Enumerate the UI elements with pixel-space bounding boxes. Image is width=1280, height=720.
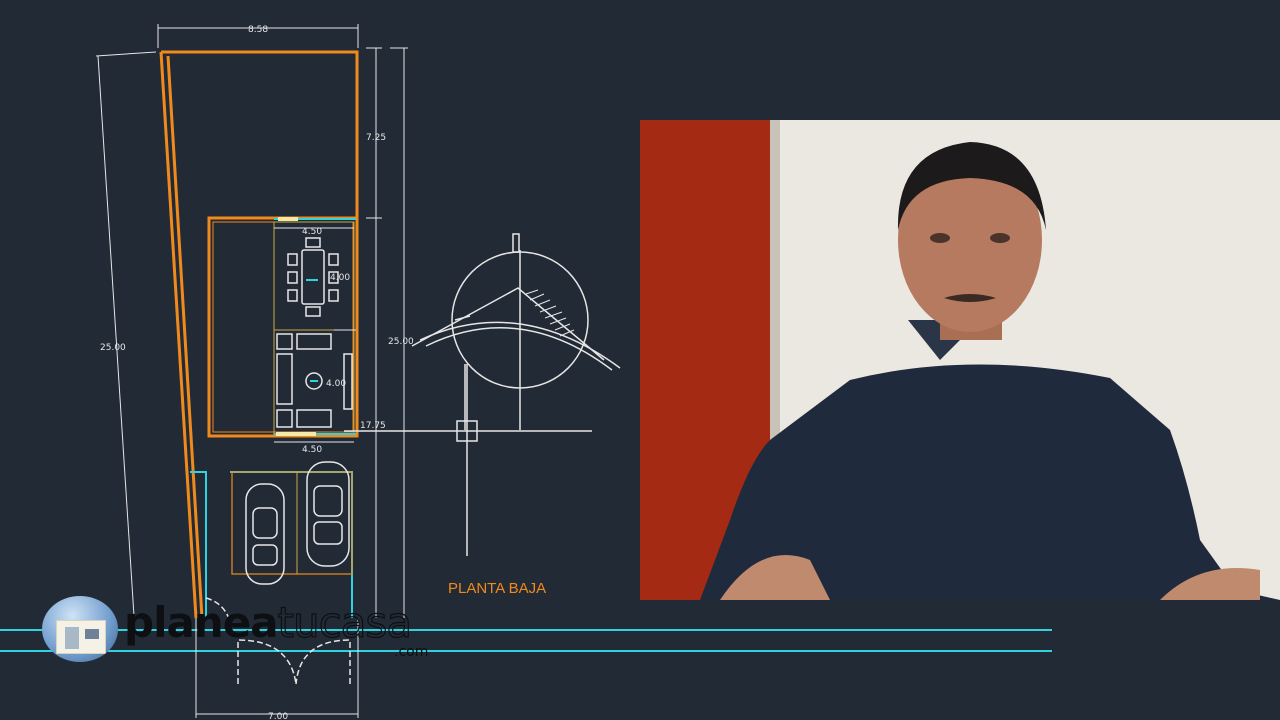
logo-text-light: tucasa bbox=[277, 598, 413, 647]
garage-outline bbox=[231, 471, 353, 575]
dim-rear-setback: 17.75 bbox=[360, 421, 386, 431]
dim-front-setback: 7.25 bbox=[366, 133, 386, 143]
car-right bbox=[306, 461, 350, 567]
dim-top-width: 8.58 bbox=[248, 25, 268, 35]
dim-dining-depth: 4.00 bbox=[330, 273, 350, 283]
car-left bbox=[245, 483, 285, 585]
planeatucasa-logo: planeatucasa .com bbox=[42, 596, 462, 666]
presenter-video bbox=[640, 120, 1280, 600]
dim-left-length: 25.00 bbox=[100, 343, 126, 353]
house-icon bbox=[56, 620, 106, 654]
dim-room-width-bottom: 4.50 bbox=[302, 445, 322, 455]
dim-room-width-top: 4.50 bbox=[302, 227, 322, 237]
interior-room-outlines bbox=[273, 221, 355, 435]
webcam-overlay bbox=[640, 120, 1280, 600]
logo-text-bold: planea bbox=[124, 598, 279, 647]
dim-living-depth: 4.00 bbox=[326, 379, 346, 389]
orientation-diagram bbox=[411, 233, 621, 430]
logo-domain-suffix: .com bbox=[394, 644, 429, 660]
logo-wordmark: planeatucasa bbox=[124, 598, 413, 647]
cad-crosshair-cursor bbox=[344, 364, 592, 556]
logo-house-badge-icon bbox=[42, 596, 118, 662]
dim-right-length: 25.00 bbox=[388, 337, 414, 347]
lot-boundary bbox=[159, 50, 359, 619]
dim-bottom-width: 7.00 bbox=[268, 712, 288, 720]
plan-title: PLANTA BAJA bbox=[448, 580, 547, 597]
